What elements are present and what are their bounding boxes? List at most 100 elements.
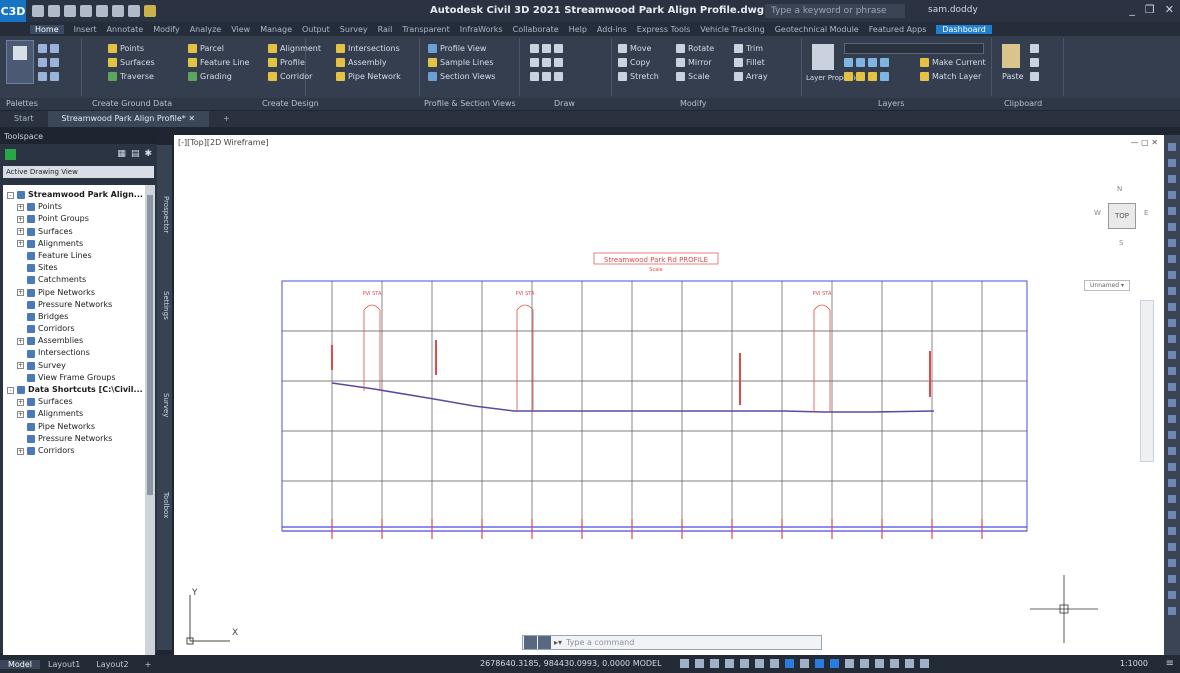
tree-item[interactable]: Bridges	[3, 311, 145, 323]
save-icon[interactable]	[64, 5, 76, 17]
tab-model[interactable]: Model	[0, 659, 41, 669]
app-menu-button[interactable]: C3D	[0, 0, 26, 22]
tree-scrollbar[interactable]	[145, 185, 155, 665]
viewcube-south[interactable]: S	[1119, 239, 1123, 247]
scale-button[interactable]: Scale	[676, 72, 710, 81]
tree-expander-icon[interactable]: +	[17, 447, 24, 455]
tree-expander-icon[interactable]: +	[17, 337, 24, 345]
undo-icon[interactable]	[112, 5, 124, 17]
ribbon-tab-modify[interactable]: Modify	[153, 25, 180, 34]
autoscale-icon[interactable]	[830, 659, 839, 668]
navigation-bar[interactable]	[1140, 300, 1154, 462]
layer-thaw-icon[interactable]	[856, 72, 865, 81]
rotate-button[interactable]: Rotate	[676, 44, 714, 53]
restore-button[interactable]: ❐	[1145, 3, 1155, 16]
paste-button[interactable]: Paste	[1002, 72, 1024, 81]
ribbon-tab-dashboard[interactable]: Dashboard	[936, 24, 992, 34]
ribbon-tab-rail[interactable]: Rail	[378, 25, 393, 34]
tree-item[interactable]: Pipe Networks	[3, 421, 145, 433]
dynamic-ucs-icon[interactable]	[800, 659, 809, 668]
osnap-icon[interactable]	[740, 659, 749, 668]
intersections-menu[interactable]: Intersections	[336, 44, 400, 53]
ribbon-tab-analyze[interactable]: Analyze	[190, 25, 222, 34]
strip-tool-19-icon[interactable]	[1168, 431, 1176, 439]
workspace-switch-icon[interactable]	[860, 659, 869, 668]
strip-tool-15-icon[interactable]	[1168, 367, 1176, 375]
ribbon-tab-help[interactable]: Help	[569, 25, 587, 34]
viewcube-west[interactable]: W	[1094, 209, 1101, 217]
ribbon-tab-express-tools[interactable]: Express Tools	[637, 25, 691, 34]
strip-tool-27-icon[interactable]	[1168, 559, 1176, 567]
tree-item[interactable]: + Alignments	[3, 408, 145, 420]
side-tab-survey[interactable]: Survey	[159, 375, 170, 435]
search-input[interactable]: Type a keyword or phrase	[765, 4, 905, 18]
ribbon-tab-collaborate[interactable]: Collaborate	[513, 25, 559, 34]
tree-expander-icon[interactable]: +	[17, 228, 24, 236]
ribbon-tab-insert[interactable]: Insert	[74, 25, 97, 34]
model-space-toggle[interactable]: MODEL	[633, 659, 662, 668]
quick-properties-icon[interactable]	[905, 659, 914, 668]
tree-item[interactable]: + Points	[3, 201, 145, 213]
ribbon-tab-add-ins[interactable]: Add-ins	[597, 25, 627, 34]
design-profile-line[interactable]	[331, 382, 935, 413]
rectangle-icon[interactable]	[542, 58, 551, 67]
tab-start[interactable]: Start	[0, 111, 48, 127]
strip-tool-29-icon[interactable]	[1168, 591, 1176, 599]
tree-expander-icon[interactable]: +	[17, 289, 24, 297]
viewcube-east[interactable]: E	[1144, 209, 1148, 217]
panel-title-clipboard[interactable]: Clipboard	[1004, 99, 1042, 108]
tree-item[interactable]: + Alignments	[3, 238, 145, 250]
strip-tool-25-icon[interactable]	[1168, 527, 1176, 535]
drawing-canvas[interactable]: [-][Top][2D Wireframe] — ▢ ✕ Streamwood …	[174, 135, 1164, 655]
layer-on-icon[interactable]	[844, 72, 853, 81]
alignment-menu[interactable]: Alignment	[268, 44, 321, 53]
toolspace-grid-icon[interactable]: ▦	[117, 149, 126, 159]
stretch-button[interactable]: Stretch	[618, 72, 659, 81]
side-tab-settings[interactable]: Settings	[159, 275, 170, 335]
pipe-network-menu[interactable]: Pipe Network	[336, 72, 401, 81]
tree-item[interactable]: + Surfaces	[3, 396, 145, 408]
saveas-icon[interactable]	[80, 5, 92, 17]
panel-title-modify[interactable]: Modify	[680, 99, 707, 108]
toolspace-settings-icon[interactable]: ✱	[144, 149, 152, 159]
layer-off-icon[interactable]	[844, 58, 853, 67]
copy-button[interactable]: Copy	[618, 58, 650, 67]
wcs-menu[interactable]: Unnamed ▾	[1084, 280, 1130, 291]
paste-icon[interactable]	[1002, 44, 1020, 68]
snap-icon[interactable]	[695, 659, 704, 668]
move-button[interactable]: Move	[618, 44, 651, 53]
ribbon-tab-vehicle-tracking[interactable]: Vehicle Tracking	[700, 25, 764, 34]
spline-icon[interactable]	[530, 72, 539, 81]
ribbon-tab-featured-apps[interactable]: Featured Apps	[869, 25, 927, 34]
strip-tool-3-icon[interactable]	[1168, 175, 1176, 183]
customize-menu-icon[interactable]: ≡	[1166, 658, 1174, 669]
tool-palettes-icon[interactable]	[50, 72, 59, 81]
profile-menu[interactable]: Profile	[268, 58, 305, 67]
strip-tool-28-icon[interactable]	[1168, 575, 1176, 583]
strip-tool-23-icon[interactable]	[1168, 495, 1176, 503]
annotation-monitor-icon[interactable]	[875, 659, 884, 668]
command-input[interactable]: Type a command	[566, 638, 634, 647]
isolate-objects-icon[interactable]	[920, 659, 929, 668]
tree-expander-icon[interactable]: +	[17, 215, 24, 223]
strip-tool-9-icon[interactable]	[1168, 271, 1176, 279]
new-icon[interactable]	[32, 5, 44, 17]
layer-isolate-icon[interactable]	[856, 58, 865, 67]
line-icon[interactable]	[530, 44, 539, 53]
strip-tool-13-icon[interactable]	[1168, 335, 1176, 343]
layer-dropdown[interactable]	[844, 43, 984, 54]
strip-tool-18-icon[interactable]	[1168, 415, 1176, 423]
tree-expander-icon[interactable]: +	[17, 203, 24, 211]
close-tab-icon[interactable]: ✕	[188, 114, 195, 123]
strip-tool-7-icon[interactable]	[1168, 239, 1176, 247]
units-icon[interactable]	[890, 659, 899, 668]
ribbon-tab-survey[interactable]: Survey	[340, 25, 368, 34]
surfaces-menu[interactable]: Surfaces	[108, 58, 155, 67]
assembly-menu[interactable]: Assembly	[336, 58, 387, 67]
feature-line-menu[interactable]: Feature Line	[188, 58, 249, 67]
tree-item[interactable]: + Survey	[3, 360, 145, 372]
strip-tool-2-icon[interactable]	[1168, 159, 1176, 167]
tree-item[interactable]: Sites	[3, 262, 145, 274]
tree-item[interactable]: - Data Shortcuts [C:\Civil...	[3, 384, 145, 396]
tree-item[interactable]: - Streamwood Park Align...	[3, 189, 145, 201]
